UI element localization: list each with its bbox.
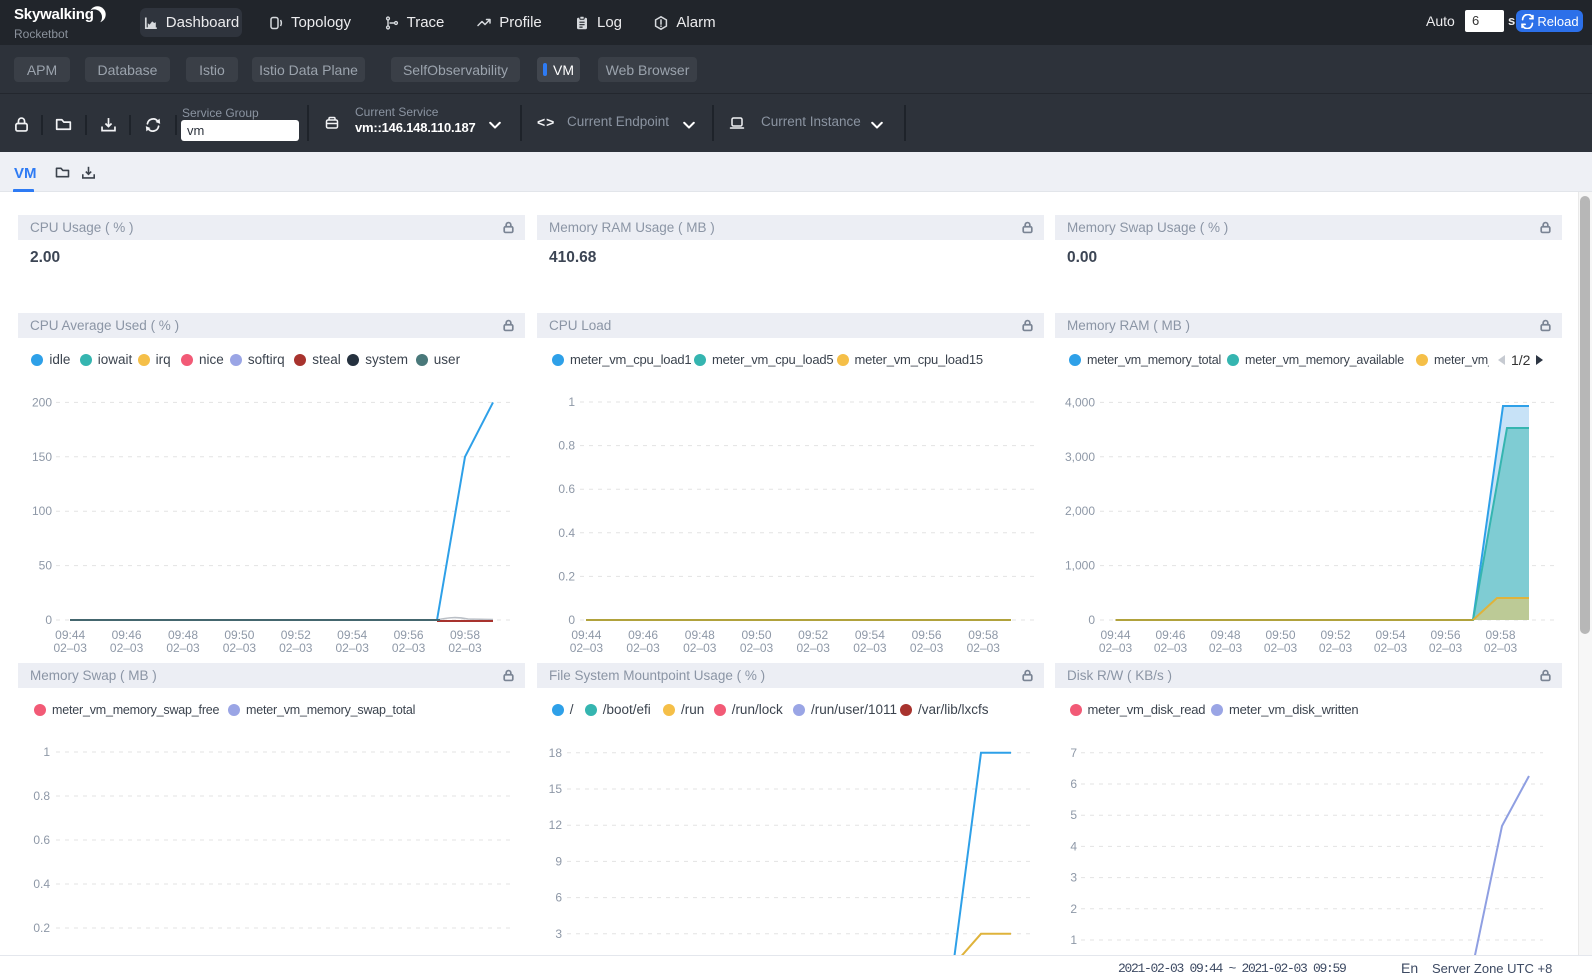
svg-text:100: 100 [32,504,52,518]
svg-text:0: 0 [1088,613,1095,627]
svg-text:15: 15 [549,782,563,796]
svg-text:1: 1 [568,395,575,409]
svg-text:5: 5 [1070,808,1077,822]
svg-text:150: 150 [32,450,52,464]
svg-text:7: 7 [1070,746,1077,760]
svg-text:1: 1 [1070,933,1077,947]
svg-text:0.8: 0.8 [33,789,50,803]
svg-text:0.4: 0.4 [33,877,50,891]
svg-text:0.2: 0.2 [33,921,50,935]
svg-text:18: 18 [549,746,563,760]
svg-text:4: 4 [1070,839,1077,853]
svg-text:200: 200 [32,395,52,409]
svg-text:3: 3 [555,927,562,941]
svg-text:0.2: 0.2 [558,569,575,583]
svg-text:2,000: 2,000 [1065,504,1095,518]
svg-text:4,000: 4,000 [1065,395,1095,409]
svg-text:9: 9 [555,854,562,868]
svg-text:0: 0 [45,613,52,627]
svg-text:12: 12 [549,818,563,832]
svg-text:0.8: 0.8 [558,439,575,453]
svg-text:3: 3 [1070,871,1077,885]
svg-text:1: 1 [43,745,50,759]
svg-text:6: 6 [1070,777,1077,791]
svg-text:0: 0 [568,613,575,627]
svg-text:0.6: 0.6 [33,833,50,847]
svg-text:2: 2 [1070,902,1077,916]
svg-text:50: 50 [39,559,53,573]
svg-text:6: 6 [555,891,562,905]
svg-text:0.4: 0.4 [558,526,575,540]
svg-text:1,000: 1,000 [1065,559,1095,573]
svg-text:0.6: 0.6 [558,482,575,496]
svg-text:3,000: 3,000 [1065,450,1095,464]
